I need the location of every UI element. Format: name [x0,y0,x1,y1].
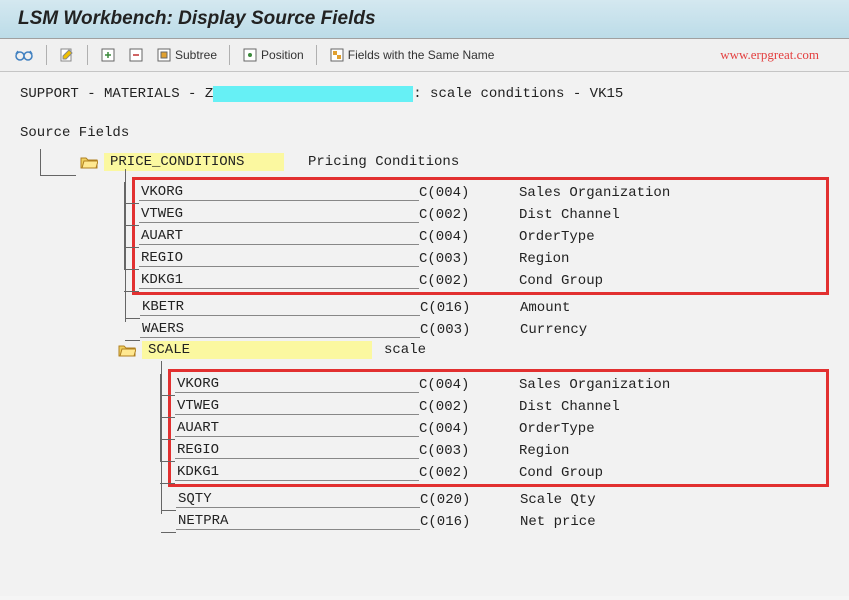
field-row[interactable]: AUARTC(004)OrderType [175,418,822,440]
same-name-label: Fields with the Same Name [348,48,495,62]
field-row[interactable]: VKORGC(004)Sales Organization [139,182,822,204]
breadcrumb-part2: : scale conditions - VK15 [413,86,623,102]
folder-desc: Pricing Conditions [308,154,459,170]
redbox-1: VKORGC(004)Sales Organization VTWEGC(002… [132,177,829,295]
field-row[interactable]: VTWEGC(002)Dist Channel [139,204,822,226]
watermark: www.erpgreat.com [720,47,819,63]
breadcrumb-part1: SUPPORT - MATERIALS - Z [20,86,213,102]
expand-all-icon[interactable] [96,45,120,65]
redbox-2: VKORGC(004)Sales Organization VTWEGC(002… [168,369,829,487]
tree-level1: PRICE_CONDITIONS Pricing Conditions VKOR… [40,153,829,533]
glasses-icon[interactable] [10,45,38,65]
field-row[interactable]: VKORGC(004)Sales Organization [175,374,822,396]
toolbar: Subtree Position Fields with the Same Na… [0,39,849,72]
same-name-button[interactable]: Fields with the Same Name [325,45,499,65]
collapse-all-icon[interactable] [124,45,148,65]
field-row[interactable]: KDKG1C(002)Cond Group [175,462,822,484]
fields-block-2: VKORGC(004)Sales Organization VTWEGC(002… [176,369,829,533]
tree-root-label: Source Fields [20,125,129,141]
position-button[interactable]: Position [238,45,308,65]
field-row[interactable]: WAERSC(003)Currency [140,319,829,341]
page-title: LSM Workbench: Display Source Fields [18,8,831,30]
folder-open-icon [80,155,98,169]
folder-desc: scale [384,342,426,358]
folder-name: SCALE [142,341,372,359]
folder-price-conditions[interactable]: PRICE_CONDITIONS Pricing Conditions [80,153,829,171]
subtree-button[interactable]: Subtree [152,45,221,65]
folder-name: PRICE_CONDITIONS [104,153,284,171]
breadcrumb: SUPPORT - MATERIALS - Z : scale condition… [20,86,829,103]
tree-root: Source Fields PRICE_CONDITIONS Pricing C… [20,125,829,533]
field-row[interactable]: KDKG1C(002)Cond Group [139,270,822,292]
field-row[interactable]: VTWEGC(002)Dist Channel [175,396,822,418]
edit-icon[interactable] [55,45,79,65]
redacted-mask [213,86,413,102]
fields-block-1: VKORGC(004)Sales Organization VTWEGC(002… [140,177,829,341]
subtree-label: Subtree [175,48,217,62]
field-row[interactable]: REGIOC(003)Region [175,440,822,462]
position-label: Position [261,48,304,62]
folder-scale[interactable]: SCALE scale [118,341,829,359]
field-row[interactable]: SQTYC(020)Scale Qty [176,489,829,511]
folder-open-icon [118,343,136,357]
title-bar: LSM Workbench: Display Source Fields [0,0,849,39]
field-row[interactable]: REGIOC(003)Region [139,248,822,270]
field-row[interactable]: KBETRC(016)Amount [140,297,829,319]
content-area: SUPPORT - MATERIALS - Z : scale condition… [0,72,849,596]
field-row[interactable]: NETPRAC(016)Net price [176,511,829,533]
field-row[interactable]: AUARTC(004)OrderType [139,226,822,248]
